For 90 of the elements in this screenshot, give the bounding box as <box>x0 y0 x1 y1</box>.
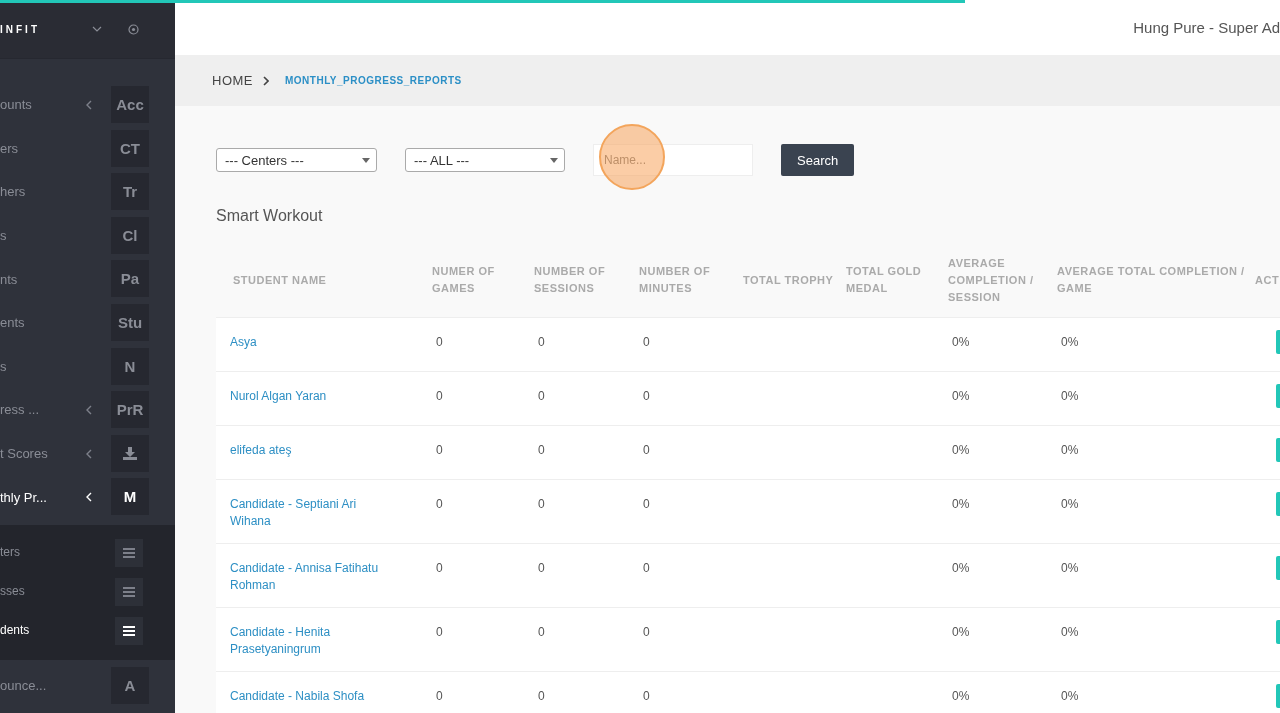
table-cell: 0% <box>1057 607 1255 672</box>
menu-abbreviation: Pa <box>111 260 149 298</box>
table-cell: 0 <box>534 607 639 672</box>
sidebar-item[interactable]: hers Tr <box>0 170 175 214</box>
menu-abbreviation: PrR <box>111 391 149 429</box>
table-cell: 0 <box>639 671 743 713</box>
table-cell: 0% <box>1057 543 1255 608</box>
column-header: TOTAL TROPHY <box>743 243 846 318</box>
table-cell: 0 <box>639 425 743 480</box>
table-cell: 0% <box>948 671 1057 713</box>
sidebar-item[interactable]: s N <box>0 344 175 389</box>
column-header: AVERAGE TOTAL COMPLETION / GAME <box>1057 243 1255 318</box>
menu-icon <box>123 586 135 597</box>
caret-icon <box>550 157 558 163</box>
sidebar-item[interactable]: ers CT <box>0 126 175 171</box>
table-cell: 0 <box>639 543 743 608</box>
chevron-left-icon <box>86 100 92 110</box>
table-cell: 0 <box>534 543 639 608</box>
sidebar-item[interactable]: ents Stu <box>0 300 175 345</box>
menu-icon <box>123 547 135 558</box>
table-cell: 0 <box>432 671 534 713</box>
table-cell: 0% <box>948 371 1057 426</box>
submenu-item[interactable]: sses <box>0 571 175 611</box>
group-dropdown[interactable]: --- ALL --- <box>405 148 565 172</box>
logo: INFIT <box>0 23 40 35</box>
sidebar-item[interactable]: nts Pa <box>0 257 175 301</box>
table-cell: 0% <box>948 543 1057 608</box>
column-header: ACT <box>1255 243 1280 318</box>
table-cell: 0 <box>432 317 534 372</box>
centers-dropdown[interactable]: --- Centers --- <box>216 148 377 172</box>
table-cell: 0 <box>639 317 743 372</box>
table-cell: 0 <box>432 479 534 544</box>
caret-icon <box>362 157 370 163</box>
breadcrumb-link[interactable]: HOME <box>212 73 253 88</box>
sidebar-item[interactable]: ounce... A <box>0 663 175 708</box>
column-header: STUDENT NAME <box>216 243 432 318</box>
section-title: Smart Workout <box>216 207 324 225</box>
menu-abbreviation: N <box>111 347 149 385</box>
sidebar-item[interactable]: s Cl <box>0 213 175 258</box>
table-cell: 0 <box>432 607 534 672</box>
breadcrumb-link[interactable]: MONTHLY_PROGRESS_REPORTS <box>285 75 462 86</box>
table-cell: 0 <box>639 607 743 672</box>
table-cell: 0 <box>432 371 534 426</box>
table-cell: 0% <box>1057 425 1255 480</box>
chevron-down-icon[interactable] <box>92 26 102 32</box>
table-cell: 0 <box>534 671 639 713</box>
download-icon <box>123 446 137 460</box>
table-cell: 0 <box>534 371 639 426</box>
menu-abbreviation: Stu <box>111 303 149 341</box>
menu-abbreviation: Acc <box>111 86 149 123</box>
sidebar-item[interactable]: thly Pr... M <box>0 475 175 519</box>
menu-abbreviation: CT <box>111 129 149 167</box>
table-cell: 0% <box>1057 671 1255 713</box>
table-cell: 0% <box>1057 317 1255 372</box>
menu-abbreviation: Cl <box>111 216 149 254</box>
name-search-field[interactable]: Name... <box>593 144 753 176</box>
menu-abbreviation: Tr <box>111 173 149 211</box>
submenu-item[interactable]: dents <box>0 610 175 650</box>
table-cell: 0% <box>948 317 1057 372</box>
table-cell: 0% <box>948 425 1057 480</box>
search-button[interactable]: Search <box>781 144 855 176</box>
column-header: TOTAL GOLD MEDAL <box>846 243 948 318</box>
column-header: AVERAGE COMPLETION / SESSION <box>948 243 1057 318</box>
table-cell: 0% <box>1057 479 1255 544</box>
menu-abbreviation: A <box>111 666 149 704</box>
menu-abbreviation: M <box>111 478 149 516</box>
chevron-left-icon <box>86 405 92 416</box>
sidebar-item[interactable]: t Scores <box>0 431 175 476</box>
table-cell: 0 <box>639 371 743 426</box>
table-cell: 0 <box>432 543 534 608</box>
target-icon[interactable] <box>128 23 139 35</box>
table-cell: 0% <box>948 607 1057 672</box>
submenu-item[interactable]: ters <box>0 532 175 572</box>
chevron-left-icon <box>86 492 92 503</box>
menu-icon <box>123 625 135 636</box>
table-cell: 0 <box>639 479 743 544</box>
chevron-right-icon <box>263 75 269 86</box>
column-header: NUMBER OF MINUTES <box>639 243 743 318</box>
column-header: NUMBER OF SESSIONS <box>534 243 639 318</box>
chevron-left-icon <box>86 448 92 459</box>
column-header: NUMER OF GAMES <box>432 243 534 318</box>
table-cell: 0 <box>534 479 639 544</box>
sidebar-item[interactable]: ress ... PrR <box>0 388 175 432</box>
table-cell: 0% <box>948 479 1057 544</box>
table-cell: 0% <box>1057 371 1255 426</box>
table-cell: 0 <box>534 425 639 480</box>
user-name[interactable]: Hung Pure - Super Ad <box>1133 19 1280 36</box>
sidebar-item[interactable]: ounts Acc <box>0 83 175 127</box>
table-cell: 0 <box>432 425 534 480</box>
table-cell: 0 <box>534 317 639 372</box>
